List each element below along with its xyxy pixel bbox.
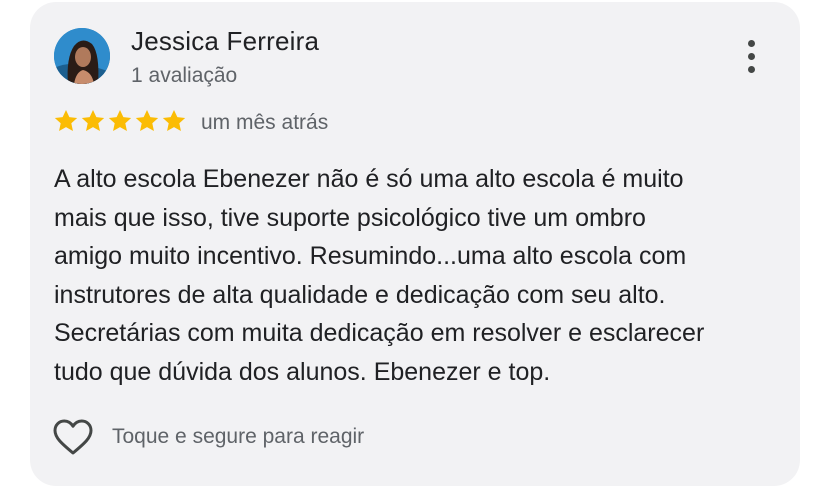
- avatar-image: [54, 28, 110, 84]
- review-card: Jessica Ferreira 1 avaliação um mês atrá…: [30, 2, 800, 486]
- heart-outline-icon: [53, 419, 93, 455]
- more-options-button[interactable]: [742, 38, 762, 74]
- react-label: Toque e segure para reagir: [112, 425, 365, 448]
- avatar[interactable]: [54, 28, 110, 84]
- more-vert-icon-dot: [748, 40, 755, 47]
- review-text-line: instrutores de alta qualidade e dedicaçã…: [54, 280, 666, 309]
- star-icon: [108, 109, 132, 131]
- react-button[interactable]: Toque e segure para reagir: [52, 416, 364, 458]
- review-text-line: mais que isso, tive suporte psicológico …: [54, 203, 646, 232]
- star-icon: [162, 109, 186, 131]
- author-name[interactable]: Jessica Ferreira: [131, 26, 319, 57]
- star-icon: [81, 109, 105, 131]
- star-icon: [54, 109, 78, 131]
- review-date: um mês atrás: [201, 111, 329, 134]
- author-review-count: 1 avaliação: [131, 64, 238, 87]
- review-text-line: Secretárias com muita dedicação em resol…: [54, 319, 705, 347]
- star-rating: [53, 108, 187, 136]
- more-vert-icon-dot: [748, 53, 755, 60]
- review-text-line: A alto escola Ebenezer não é só uma alto…: [54, 165, 684, 193]
- review-text-line: amigo muito incentivo. Resumindo...uma a…: [54, 242, 687, 270]
- review-text: A alto escola Ebenezer não é só uma alto…: [54, 160, 784, 391]
- more-vert-icon-dot: [748, 66, 755, 73]
- review-text-line: tudo que dúvida dos alunos. Ebenezer e t…: [54, 357, 551, 386]
- star-icon: [135, 109, 159, 131]
